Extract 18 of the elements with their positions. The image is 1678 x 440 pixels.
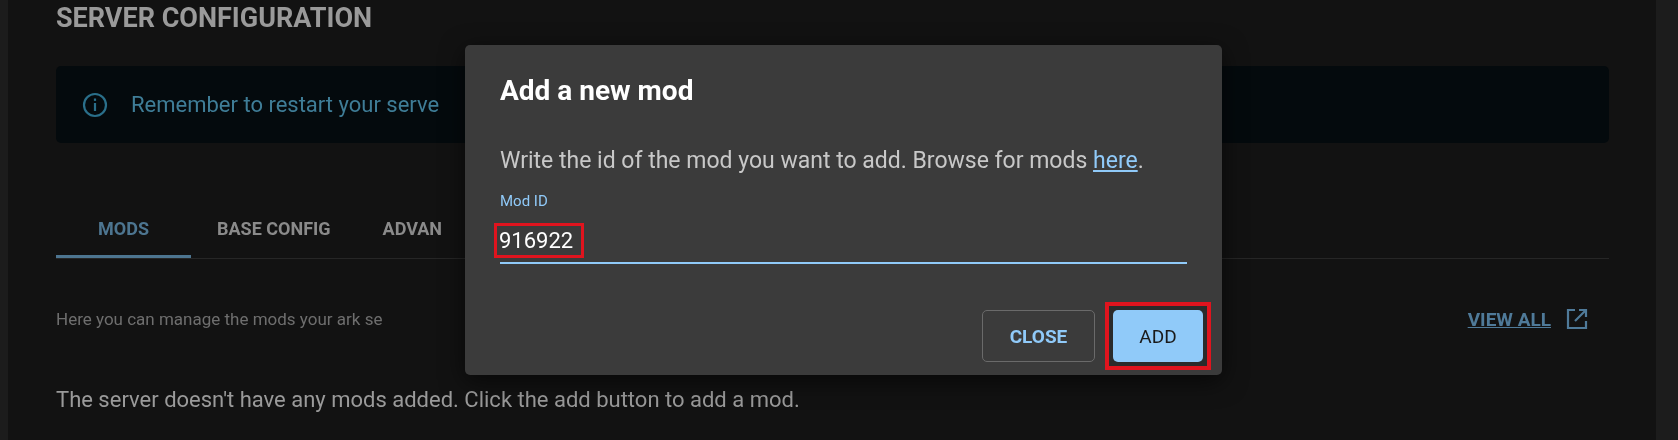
mod-id-field[interactable]: 916922 — [500, 218, 1187, 264]
dialog-button[interactable]: CLOSE — [982, 310, 1095, 362]
page-title: SERVER CONFIGURATION — [56, 2, 374, 34]
description-text: Here you can manage the mods your ark se — [56, 309, 383, 329]
dialog-title: Add a new mod — [500, 74, 695, 107]
alert-text: Remember to restart your serve — [131, 92, 440, 117]
view-all-link[interactable]: VIEW ALL — [1467, 307, 1551, 331]
tab[interactable]: BASE CONFIG — [191, 201, 357, 258]
tab[interactable]: ADVAN — [356, 201, 469, 258]
tab[interactable]: MODS — [56, 201, 191, 258]
field-label: Mod ID — [500, 192, 549, 210]
empty-message: The server doesn't have any mods added. Click the add button to add a mod. — [56, 387, 801, 412]
field-value: 916922 — [494, 222, 585, 258]
info-icon — [82, 91, 108, 118]
dialog-text: Write the id of the mod you want to add. Browse for mods here. — [500, 147, 1145, 174]
external-link-icon — [1565, 307, 1589, 331]
here-link[interactable]: here — [1093, 147, 1138, 174]
dialog-button[interactable]: ADD — [1113, 310, 1203, 362]
